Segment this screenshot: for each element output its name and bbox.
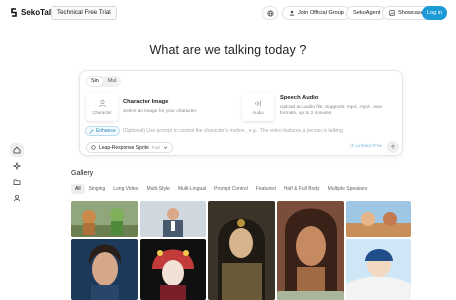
rail-profile[interactable] [10,191,24,205]
chip-prompt-control[interactable]: Prompt Control [210,184,252,194]
gallery-thumbnail[interactable] [140,239,206,300]
audio-slot-label: Audio [252,110,264,115]
gallery-thumbnail[interactable] [208,201,275,300]
chip-multiple-speakers[interactable]: Multiple Speakers [324,184,372,194]
chip-singing[interactable]: Singing [85,184,110,194]
enhance-label: Enhance [96,128,116,134]
chevron-down-icon [163,146,168,149]
prompt-input[interactable]: (Optional) Use prompt to control the cha… [123,128,343,134]
audio-icon [254,100,261,107]
model-select[interactable]: Leap-Response Sprite Fast [86,142,173,153]
rail-home[interactable] [10,143,24,157]
mode-toggle: Sin Mul [86,76,122,87]
chip-multi-lingual[interactable]: Multi-Lingual [174,184,210,194]
magic-wand-icon [89,128,94,134]
chip-multi-style[interactable]: Multi-Style [142,184,173,194]
character-upload-slot[interactable]: Character [86,93,118,121]
gallery-thumbnail[interactable] [71,201,138,237]
enhance-button[interactable]: Enhance [85,126,120,136]
folder-icon [13,179,21,185]
model-icon [91,145,96,150]
rail-explore[interactable] [10,159,24,173]
showcase-label: Showcase [398,10,424,16]
character-icon [98,100,106,108]
gallery-thumbnail[interactable] [140,201,206,237]
rail-files[interactable] [10,175,24,189]
gallery-thumbnail[interactable] [346,239,411,300]
character-title: Character Image [123,99,169,105]
gallery-thumbnail[interactable] [71,239,138,300]
seko-agent-label: SekoAgent [353,10,381,16]
chip-half-full-body[interactable]: Half & Full Body [280,184,324,194]
mode-multi[interactable]: Mul [104,77,121,86]
chip-featured[interactable]: Featured [252,184,280,194]
showcase-icon [389,10,395,16]
side-rail [10,143,24,205]
arrow-up-icon [391,144,395,149]
home-icon [13,146,21,154]
model-sub: Fast [151,145,160,150]
character-slot-label: Character [92,110,112,115]
gallery-filter-bar: All Singing Long Video Multi-Style Multi… [71,184,371,194]
group-icon [289,10,295,16]
audio-desc: Upload an audio file. Supports: mp4, .mp… [280,105,383,117]
free-label: Limited Free [355,144,383,149]
page-title: What are we talking today ? [149,43,307,57]
chip-long-video[interactable]: Long Video [109,184,142,194]
gallery-thumbnail[interactable] [346,201,411,237]
free-badge: ◷ Limited Free [350,144,382,149]
top-bar: SekoTalk Technical Free Trial Join Offic… [0,0,456,26]
audio-title: Speech Audio [280,95,319,101]
model-name: Leap-Response Sprite [99,144,149,151]
user-icon [14,194,20,202]
gallery-title: Gallery [71,170,94,177]
chip-all[interactable]: All [71,184,85,194]
language-icon [266,9,274,17]
language-button[interactable] [262,6,278,20]
character-desc: Select an image for your character [123,109,197,114]
audio-upload-slot[interactable]: Audio [242,93,274,121]
sparkle-icon [13,162,21,170]
brand-logo-icon [10,8,18,17]
join-group-label: Join Official Group [298,10,344,16]
gallery-thumbnail[interactable] [277,201,344,300]
mode-single[interactable]: Sin [87,77,103,86]
brand-logo[interactable]: SekoTalk [10,8,56,17]
login-button[interactable]: Log in [422,6,447,20]
composer-card: Sin Mul Character Character Image Select… [79,70,403,156]
trial-badge: Technical Free Trial [51,6,117,20]
send-button[interactable] [387,141,399,153]
join-group-button[interactable]: Join Official Group [282,6,351,20]
gallery-thumbnail[interactable] [277,291,344,300]
